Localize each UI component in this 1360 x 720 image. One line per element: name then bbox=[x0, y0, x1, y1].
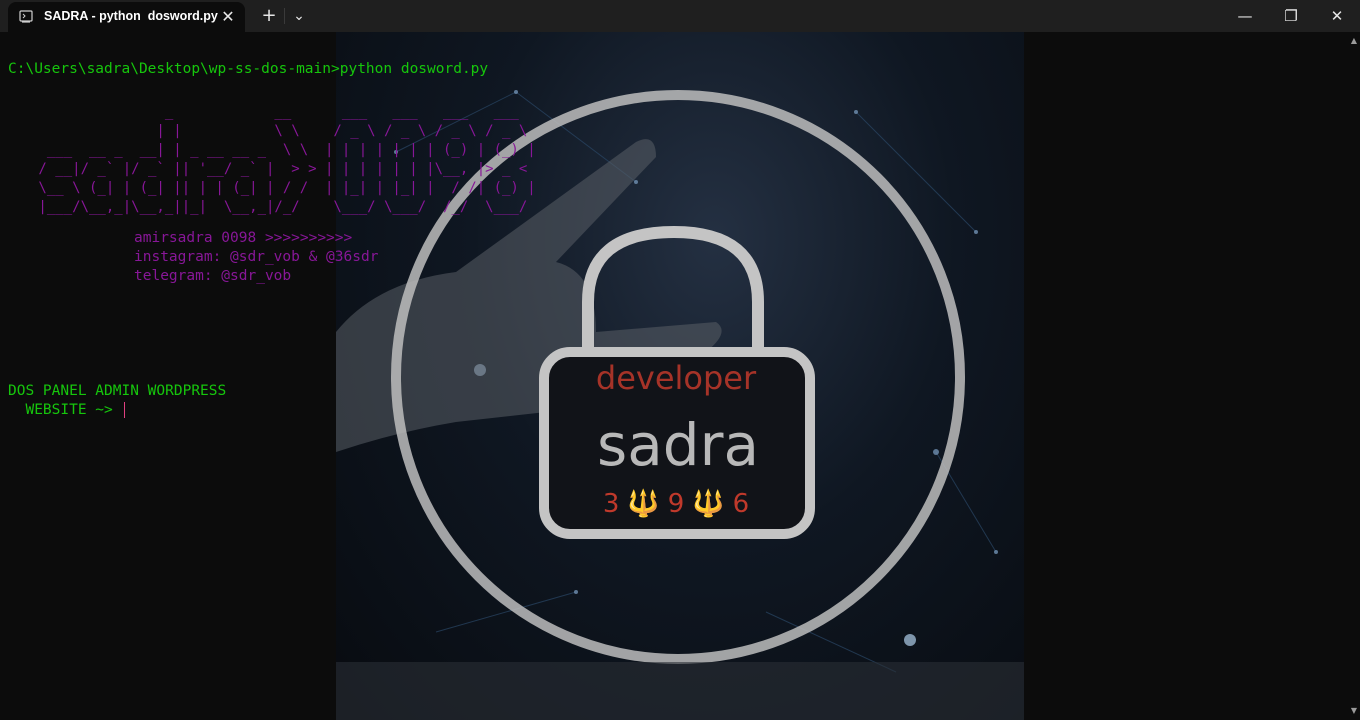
terminal-area[interactable]: developer sadra 3🔱9🔱6 C:\Users\sadra\Des… bbox=[0, 32, 1348, 720]
website-prompt[interactable]: WEBSITE ~> bbox=[8, 401, 125, 420]
text-cursor bbox=[123, 402, 125, 418]
minimize-button[interactable]: — bbox=[1222, 0, 1268, 32]
sadra-label: sadra bbox=[597, 411, 759, 479]
close-window-button[interactable]: ✕ bbox=[1314, 0, 1360, 32]
terminal-tab[interactable]: SADRA - python dosword.py ✕ bbox=[8, 2, 245, 32]
scroll-down-icon[interactable]: ▼ bbox=[1348, 704, 1360, 718]
credit-instagram: instagram: @sdr_vob & @36sdr bbox=[134, 249, 379, 265]
ascii-banner: _ __ ___ ___ ___ ___ | | \ \ / _ \ / _ \… bbox=[38, 104, 536, 215]
scroll-up-icon[interactable]: ▲ bbox=[1348, 34, 1360, 48]
numbers-label: 3🔱9🔱6 bbox=[603, 488, 757, 519]
credit-author: amirsadra 0098 >>>>>>>>>> bbox=[134, 230, 353, 246]
prompt-label: WEBSITE ~> bbox=[8, 402, 122, 418]
tab-title: SADRA - python dosword.py bbox=[44, 9, 218, 23]
panel-title: DOS PANEL ADMIN WORDPRESS bbox=[8, 383, 227, 399]
title-bar: SADRA - python dosword.py ✕ + ⌄ — ❐ ✕ bbox=[0, 0, 1360, 32]
maximize-button[interactable]: ❐ bbox=[1268, 0, 1314, 32]
command-line: C:\Users\sadra\Desktop\wp-ss-dos-main>py… bbox=[8, 61, 489, 77]
tab-close-icon[interactable]: ✕ bbox=[220, 6, 236, 28]
tab-dropdown-icon[interactable]: ⌄ bbox=[285, 4, 313, 28]
scrollbar[interactable]: ▲ ▼ bbox=[1348, 32, 1360, 720]
developer-label: developer bbox=[596, 359, 757, 397]
terminal-tab-icon bbox=[19, 10, 33, 23]
credit-telegram: telegram: @sdr_vob bbox=[134, 268, 292, 284]
new-tab-button[interactable]: + bbox=[255, 4, 283, 28]
